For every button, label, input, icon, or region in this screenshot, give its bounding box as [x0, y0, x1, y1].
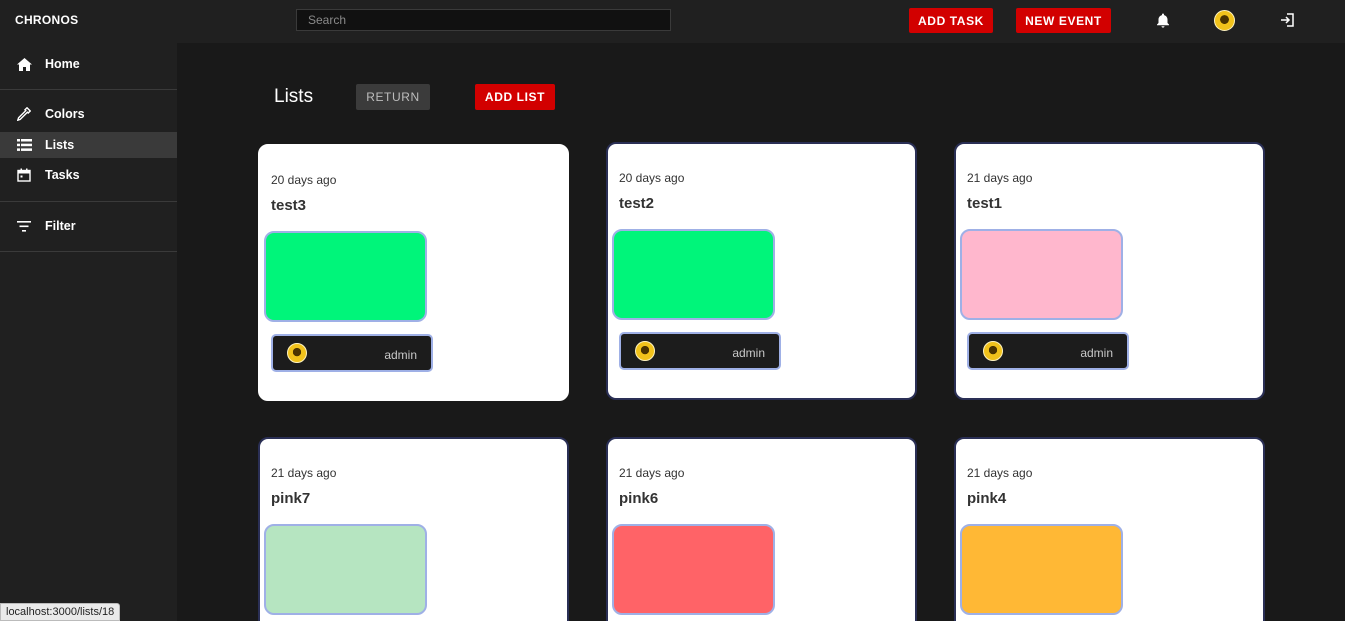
- list-card[interactable]: 21 days ago test1 admin: [954, 142, 1265, 400]
- home-icon: [16, 56, 32, 72]
- owner-name: admin: [384, 348, 417, 362]
- avatar-icon: [983, 341, 1003, 361]
- list-card[interactable]: 20 days ago test2 admin: [606, 142, 917, 400]
- avatar-icon: [635, 341, 655, 361]
- card-title: test3: [271, 197, 307, 214]
- color-swatch: [264, 231, 427, 322]
- search-input[interactable]: [296, 9, 671, 31]
- sidebar-divider: [0, 251, 177, 252]
- sidebar-item-label: Lists: [45, 138, 75, 152]
- user-avatar[interactable]: [1214, 10, 1235, 31]
- color-swatch: [960, 524, 1123, 615]
- card-time: 20 days ago: [271, 173, 337, 187]
- status-url: localhost:3000/lists/18: [0, 603, 121, 621]
- sidebar-divider: [0, 201, 177, 202]
- card-title: pink7: [271, 490, 311, 507]
- eyedropper-icon: [16, 106, 32, 122]
- card-time: 21 days ago: [619, 466, 685, 480]
- sidebar-item-filter[interactable]: Filter: [0, 213, 177, 239]
- list-card[interactable]: 21 days ago pink6: [606, 437, 917, 621]
- color-swatch: [612, 229, 775, 320]
- card-time: 21 days ago: [967, 466, 1033, 480]
- owner-name: admin: [1080, 346, 1113, 360]
- return-button[interactable]: RETURN: [356, 84, 430, 110]
- card-title: pink6: [619, 490, 659, 507]
- card-time: 21 days ago: [271, 466, 337, 480]
- sidebar-item-tasks[interactable]: Tasks: [0, 162, 177, 188]
- bell-icon[interactable]: [1153, 10, 1173, 30]
- list-card[interactable]: 20 days ago test3 admin: [258, 144, 569, 401]
- sidebar-item-home[interactable]: Home: [0, 51, 177, 77]
- page-title: Lists: [274, 86, 314, 107]
- owner-name: admin: [732, 346, 765, 360]
- sidebar-item-label: Home: [45, 57, 80, 71]
- card-time: 21 days ago: [967, 171, 1033, 185]
- color-swatch: [960, 229, 1123, 320]
- color-swatch: [612, 524, 775, 615]
- top-bar: CHRONOS ADD TASK NEW EVENT: [0, 0, 1345, 43]
- color-swatch: [264, 524, 427, 615]
- list-icon: [16, 137, 32, 153]
- logout-icon[interactable]: [1277, 10, 1297, 30]
- card-title: test1: [967, 195, 1003, 212]
- sidebar-divider: [0, 89, 177, 90]
- new-event-button[interactable]: NEW EVENT: [1016, 8, 1111, 33]
- card-time: 20 days ago: [619, 171, 685, 185]
- owner-chip: admin: [967, 332, 1129, 370]
- list-card[interactable]: 21 days ago pink7: [258, 437, 569, 621]
- add-task-button[interactable]: ADD TASK: [909, 8, 993, 33]
- sidebar-item-lists[interactable]: Lists: [0, 132, 177, 158]
- sidebar-item-label: Filter: [45, 219, 76, 233]
- owner-chip: admin: [619, 332, 781, 370]
- app-brand[interactable]: CHRONOS: [15, 13, 78, 27]
- calendar-icon: [16, 167, 32, 183]
- list-card[interactable]: 21 days ago pink4: [954, 437, 1265, 621]
- sidebar: Home Colors Lists Tasks Filter: [0, 43, 177, 621]
- filter-icon: [16, 218, 32, 234]
- add-list-button[interactable]: ADD LIST: [475, 84, 555, 110]
- sidebar-item-label: Tasks: [45, 168, 80, 182]
- sidebar-item-label: Colors: [45, 107, 85, 121]
- card-title: pink4: [967, 490, 1007, 507]
- avatar-icon: [1214, 10, 1235, 31]
- avatar-icon: [287, 343, 307, 363]
- card-title: test2: [619, 195, 655, 212]
- owner-chip: admin: [271, 334, 433, 372]
- sidebar-item-colors[interactable]: Colors: [0, 101, 177, 127]
